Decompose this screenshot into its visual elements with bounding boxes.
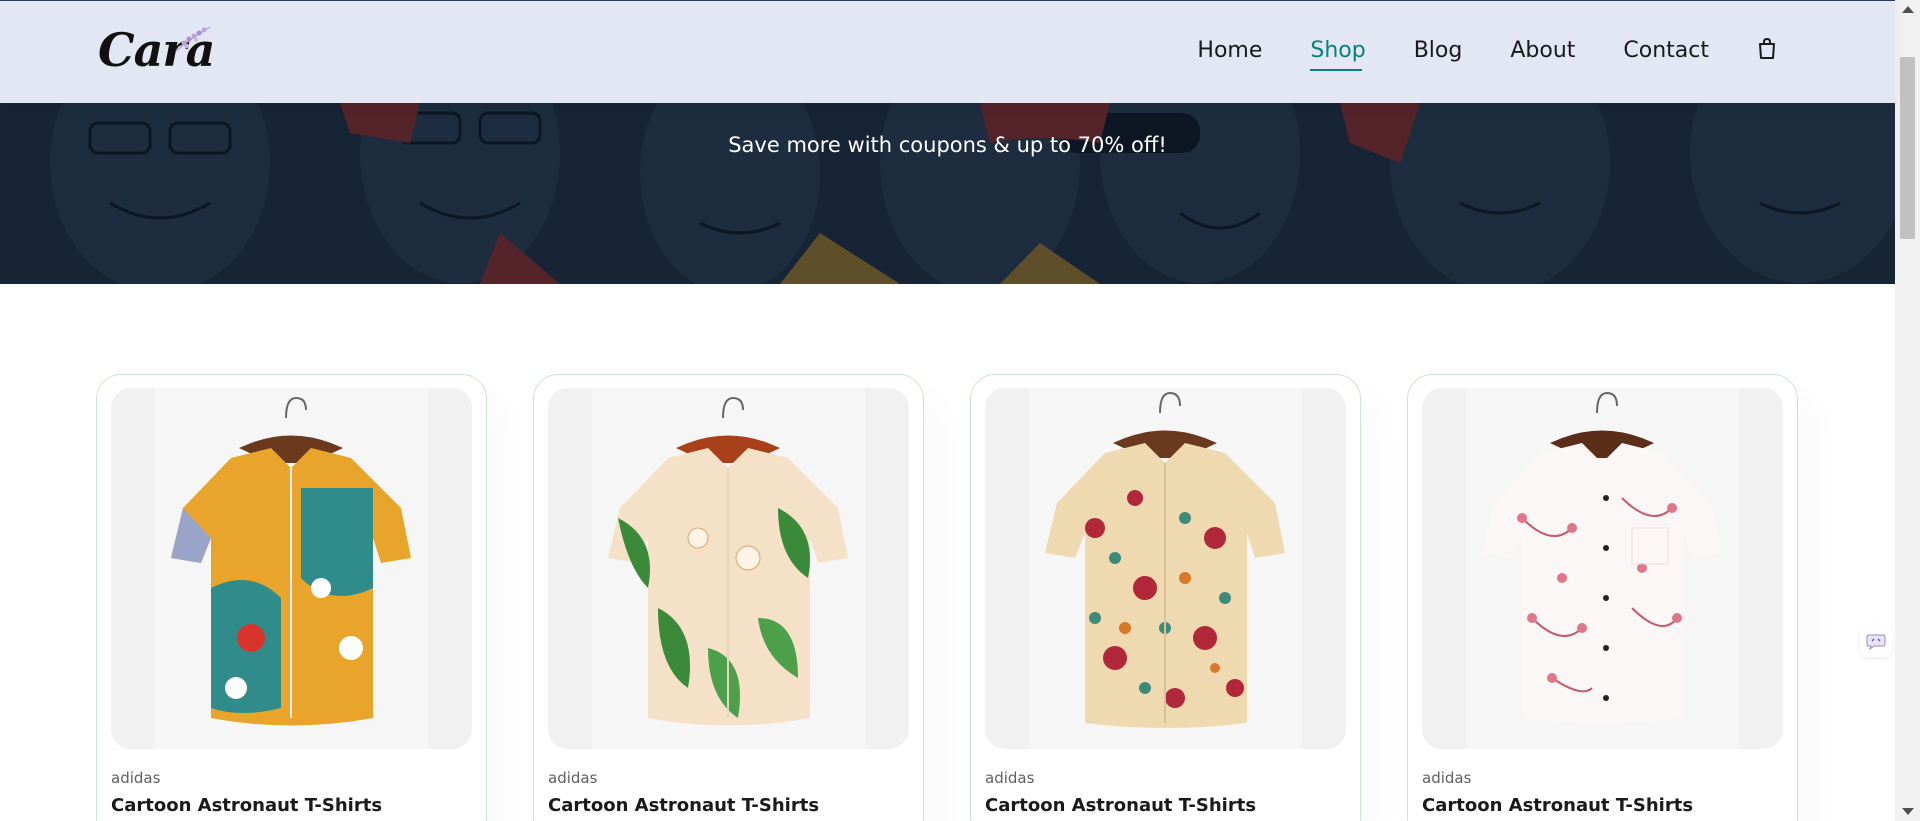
scroll-down-arrow-icon[interactable] [1902,808,1914,815]
page-hero-banner: Save more with coupons & up to 70% off! [0,103,1895,284]
nav-contact-link[interactable]: Contact [1623,37,1709,65]
product-name[interactable]: Cartoon Astronaut T-Shirts [111,795,382,816]
product-brand: adidas [548,769,598,787]
product-card[interactable]: adidas Cartoon Astronaut T-Shirts [533,374,924,821]
page-scrollbar[interactable] [1895,0,1920,821]
shirt-floral-print-icon [1029,388,1302,749]
product-brand: adidas [111,769,161,787]
nav-about-link[interactable]: About [1510,37,1575,65]
floating-chat-widget[interactable] [1860,625,1892,657]
nav-shop-link[interactable]: Shop [1310,37,1366,71]
product-image [548,388,909,749]
logo[interactable]: Cara [98,21,218,77]
shirt-abstract-print-icon [155,388,428,749]
product-card[interactable]: adidas Cartoon Astronaut T-Shirts [970,374,1361,821]
product-brand: adidas [985,769,1035,787]
hero-subtitle: Save more with coupons & up to 70% off! [728,133,1167,157]
shopping-bag-icon[interactable] [1757,37,1777,61]
product-image [1422,388,1783,749]
product-name[interactable]: Cartoon Astronaut T-Shirts [985,795,1256,816]
lavender-sprig-icon [175,26,211,52]
scrollbar-thumb[interactable] [1900,57,1915,239]
main-nav: Home Shop Blog About Contact [1149,37,1777,71]
nav-blog-link[interactable]: Blog [1414,37,1463,65]
product-card[interactable]: adidas Cartoon Astronaut T-Shirts [96,374,487,821]
product-card[interactable]: adidas Cartoon Astronaut T-Shirts [1407,374,1798,821]
shirt-leaf-print-icon [592,388,865,749]
product-brand: adidas [1422,769,1472,787]
product-image [111,388,472,749]
chat-bubble-icon [1866,634,1886,651]
site-header: Cara Home Shop Blog About Contact [0,0,1895,103]
product-name[interactable]: Cartoon Astronaut T-Shirts [548,795,819,816]
scroll-up-arrow-icon[interactable] [1902,6,1914,13]
hero-background-illustration [0,103,1895,284]
nav-home-link[interactable]: Home [1197,37,1262,65]
shirt-blossom-print-icon [1466,388,1739,749]
product-image [985,388,1346,749]
product-name[interactable]: Cartoon Astronaut T-Shirts [1422,795,1693,816]
